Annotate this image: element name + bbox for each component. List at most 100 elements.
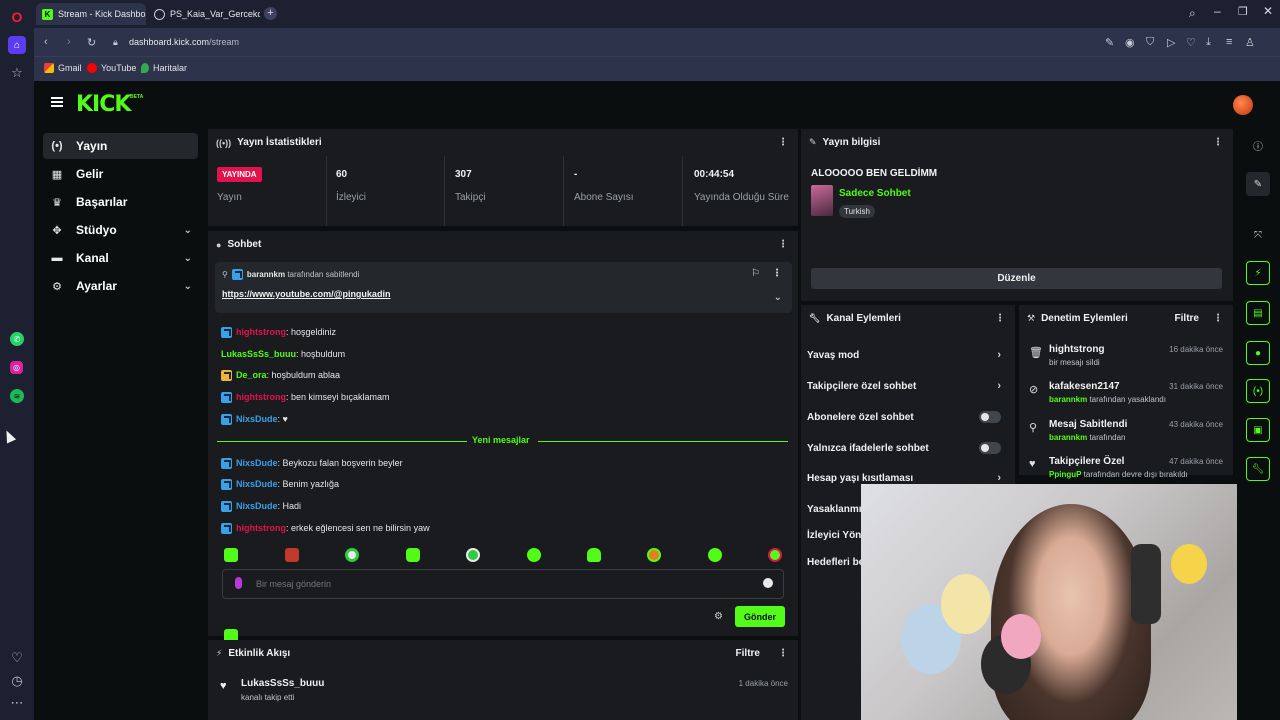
broadcast-icon[interactable]: (•) — [1246, 379, 1270, 403]
nav-item-ayarlar[interactable]: ⚙ Ayarlar ⌄ — [43, 273, 198, 299]
action-subscribers-only[interactable]: Abonelere özel sohbet — [807, 407, 1009, 427]
shield-icon[interactable]: ⛉ — [1146, 36, 1154, 49]
mod-sub-text: tarafından yasaklandı — [1087, 395, 1166, 404]
heart-outline-icon[interactable]: ♡ — [1186, 36, 1196, 49]
kebab-menu-icon[interactable]: ⋮ — [1213, 313, 1223, 324]
play-icon[interactable]: ▷ — [1167, 36, 1175, 49]
mod-time: 43 dakika önce — [1169, 420, 1223, 429]
tab-kick-dashboard[interactable]: K Stream - Kick Dashboard — [36, 3, 146, 25]
minimize-icon[interactable]: – — [1214, 4, 1221, 18]
youtube-icon — [87, 63, 97, 73]
mod-filter-button[interactable]: Filtre — [1175, 313, 1199, 324]
ban-icon: ⊘ — [1029, 384, 1039, 396]
bookmarks-bar: Gmail YouTube Haritalar — [34, 56, 1280, 81]
send-button[interactable]: Gönder — [735, 606, 785, 627]
opera-logo-icon[interactable]: O — [8, 8, 26, 26]
search-icon[interactable]: ⌕ — [1189, 6, 1196, 21]
emote-icon[interactable] — [406, 548, 420, 562]
home-icon[interactable]: ⌂ — [8, 36, 26, 54]
pencil-icon[interactable]: ✎ — [1246, 172, 1270, 196]
emote-icon[interactable] — [345, 548, 359, 562]
lightning-icon[interactable]: ⚡︎ — [1246, 261, 1270, 285]
chat-settings-gear-icon[interactable]: ⚙ — [714, 611, 723, 622]
info-icon[interactable]: ⓘ — [1246, 133, 1270, 157]
action-followers-only[interactable]: Takipçilere özel sohbet › — [807, 376, 1009, 396]
tab-portrait[interactable]: PS_Kaia_Var_Gercekci_Port — [148, 3, 260, 25]
camera-icon[interactable]: ◉ — [1125, 36, 1135, 49]
url-path: /stream — [209, 37, 240, 47]
emote-icon[interactable] — [647, 548, 661, 562]
expand-icon[interactable]: ⤧ — [1246, 223, 1270, 247]
nav-item-studyo[interactable]: ✥ Stüdyo ⌄ — [43, 217, 198, 243]
mod-log-item[interactable]: ⚲ Mesaj Sabitlendi 43 dakika önce barann… — [1019, 419, 1229, 455]
kebab-menu-icon[interactable]: ⋮ — [995, 313, 1005, 324]
restore-icon[interactable]: ❐ — [1238, 5, 1248, 18]
chevron-right-icon: › — [997, 349, 1001, 361]
chat-bubble-icon[interactable]: ● — [1246, 341, 1270, 365]
edit-icon[interactable]: ✎ — [1105, 36, 1114, 49]
emotes-only-toggle[interactable] — [979, 442, 1001, 454]
heart-icon[interactable]: ♡ — [8, 649, 26, 667]
stat-divider — [444, 156, 445, 226]
emoji-picker-icon[interactable] — [763, 578, 773, 588]
kebab-menu-icon[interactable]: ⋮ — [778, 648, 788, 659]
activity-filter-button[interactable]: Filtre — [736, 648, 760, 659]
menu-icon[interactable]: ≡ — [1226, 36, 1232, 48]
document-icon[interactable]: ▤ — [1246, 301, 1270, 325]
emote-icon[interactable] — [527, 548, 541, 562]
edit-stream-info-button[interactable]: Düzenle — [811, 268, 1222, 289]
hamburger-menu-icon[interactable] — [51, 97, 63, 99]
gmail-icon — [44, 63, 54, 73]
wrench-icon[interactable]: 🔧︎ — [1246, 457, 1270, 481]
nav-item-basarilar[interactable]: ♛ Başarılar — [43, 189, 198, 215]
spotify-icon[interactable]: ≋ — [10, 389, 24, 403]
mod-actor[interactable]: PpinguP — [1049, 470, 1081, 479]
chat-message-field[interactable] — [256, 575, 736, 593]
new-tab-plus-icon[interactable]: + — [264, 7, 277, 20]
kebab-menu-icon[interactable]: ⋮ — [778, 137, 788, 148]
url-field[interactable]: dashboard.kick.com/stream — [129, 37, 239, 47]
chevron-down-icon: ⌄ — [183, 280, 192, 292]
mod-log-item[interactable]: 🗑︎ hightstrong 16 dakika önce bir mesajı… — [1019, 344, 1229, 380]
emote-icon[interactable] — [466, 548, 480, 562]
chat-input[interactable] — [222, 569, 784, 599]
kick-logo[interactable]: KICK — [76, 92, 131, 117]
mod-log-item[interactable]: ⊘ kafakesen2147 31 dakika önce barannkm … — [1019, 381, 1229, 417]
bookmark-youtube[interactable]: YouTube — [87, 63, 136, 73]
subscribers-only-toggle[interactable] — [979, 411, 1001, 423]
emote-icon[interactable] — [285, 548, 299, 562]
bookmark-gmail[interactable]: Gmail — [44, 63, 82, 73]
action-slow-mode[interactable]: Yavaş mod › — [807, 345, 1009, 365]
category-thumbnail[interactable] — [811, 185, 833, 216]
mod-actor[interactable]: barannkm — [1049, 433, 1087, 442]
close-window-icon[interactable]: ✕ — [1263, 4, 1273, 18]
mod-actor[interactable]: barannkm — [1049, 395, 1087, 404]
bookmark-star-icon[interactable]: ☆ — [8, 64, 26, 82]
nav-item-kanal[interactable]: ▬ Kanal ⌄ — [43, 245, 198, 271]
more-icon[interactable]: ⋯ — [8, 694, 26, 712]
emote-icon[interactable] — [587, 548, 601, 562]
emote-icon[interactable] — [708, 548, 722, 562]
activity-user[interactable]: LukasSsSs_buuu — [241, 678, 324, 689]
profile-icon[interactable]: ♙ — [1245, 36, 1255, 49]
microphone-icon[interactable] — [235, 577, 242, 589]
emote-icon[interactable] — [768, 548, 782, 562]
download-icon[interactable]: ⤓ — [1206, 36, 1211, 49]
stat-label: Yayın — [217, 192, 242, 203]
user-avatar[interactable] — [1233, 95, 1253, 115]
reload-icon[interactable]: ↻ — [87, 36, 96, 49]
whatsapp-icon[interactable]: ✆ — [10, 332, 24, 346]
forward-icon[interactable]: › — [67, 36, 71, 48]
nav-item-gelir[interactable]: ▦ Gelir — [43, 161, 198, 187]
bookmark-maps[interactable]: Haritalar — [141, 63, 187, 73]
instagram-icon[interactable]: ◎ — [10, 361, 23, 374]
back-icon[interactable]: ‹ — [44, 36, 48, 48]
nav-item-yayin[interactable]: (•) Yayın — [43, 133, 198, 159]
action-emotes-only[interactable]: Yalnızca ifadelerle sohbet — [807, 438, 1009, 458]
mod-panel-icon[interactable]: ▣ — [1246, 418, 1270, 442]
kebab-menu-icon[interactable]: ⋮ — [1213, 137, 1223, 148]
category-link[interactable]: Sadece Sohbet — [839, 188, 911, 199]
mod-sub: barannkm tarafından — [1049, 433, 1125, 442]
history-icon[interactable]: ◷ — [8, 672, 26, 690]
emote-icon[interactable] — [224, 548, 238, 562]
